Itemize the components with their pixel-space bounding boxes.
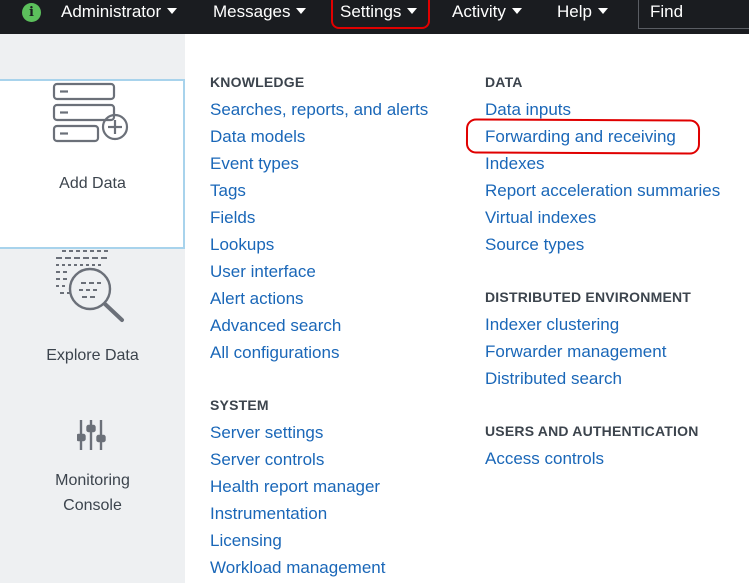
top-navigation-bar: i Administrator Messages Settings Activi… (0, 0, 749, 34)
link-report-acceleration-summaries[interactable]: Report acceleration summaries (485, 180, 720, 202)
nav-administrator-menu[interactable]: Administrator (61, 0, 178, 24)
section-title-users-and-authentication: USERS AND AUTHENTICATION (485, 423, 699, 439)
link-all-configurations[interactable]: All configurations (210, 342, 339, 364)
link-indexes[interactable]: Indexes (485, 153, 545, 175)
monitoring-console-tile[interactable] (0, 410, 185, 520)
caret-down-icon (511, 7, 522, 14)
caret-down-icon (296, 7, 307, 14)
link-distributed-search[interactable]: Distributed search (485, 368, 622, 390)
forwarding-highlight-annotation (465, 118, 701, 155)
nav-help-label: Help (557, 2, 592, 21)
link-instrumentation[interactable]: Instrumentation (210, 503, 327, 525)
nav-messages-label: Messages (213, 2, 291, 21)
section-title-data: DATA (485, 74, 523, 90)
info-icon[interactable]: i (22, 3, 41, 22)
caret-down-icon (597, 7, 608, 14)
link-user-interface[interactable]: User interface (210, 261, 316, 283)
link-fields[interactable]: Fields (210, 207, 255, 229)
link-workload-management[interactable]: Workload management (210, 557, 385, 579)
caret-down-icon (167, 7, 178, 14)
link-source-types[interactable]: Source types (485, 234, 584, 256)
settings-app-panel: Add Data Explore Data Monitoring Console (0, 34, 185, 583)
link-virtual-indexes[interactable]: Virtual indexes (485, 207, 596, 229)
add-data-icon (52, 82, 129, 143)
nav-help-menu[interactable]: Help (557, 0, 608, 24)
nav-administrator-label: Administrator (61, 2, 162, 21)
link-licensing[interactable]: Licensing (210, 530, 282, 552)
link-data-models[interactable]: Data models (210, 126, 305, 148)
add-data-label: Add Data (59, 175, 126, 192)
link-forwarder-management[interactable]: Forwarder management (485, 341, 666, 363)
link-advanced-search[interactable]: Advanced search (210, 315, 341, 337)
section-title-system: SYSTEM (210, 397, 269, 413)
find-input[interactable]: Find (638, 0, 749, 29)
link-tags[interactable]: Tags (210, 180, 246, 202)
link-indexer-clustering[interactable]: Indexer clustering (485, 314, 619, 336)
settings-highlight-annotation (331, 0, 430, 29)
explore-data-tile[interactable] (0, 240, 185, 380)
dropdown-pointer (369, 34, 385, 43)
section-title-knowledge: KNOWLEDGE (210, 74, 305, 90)
link-event-types[interactable]: Event types (210, 153, 299, 175)
link-access-controls[interactable]: Access controls (485, 448, 604, 470)
link-searches-reports-alerts[interactable]: Searches, reports, and alerts (210, 99, 428, 121)
nav-activity-menu[interactable]: Activity (452, 0, 522, 24)
link-server-controls[interactable]: Server controls (210, 449, 324, 471)
link-health-report-manager[interactable]: Health report manager (210, 476, 380, 498)
nav-messages-menu[interactable]: Messages (213, 0, 307, 24)
link-alert-actions[interactable]: Alert actions (210, 288, 304, 310)
link-server-settings[interactable]: Server settings (210, 422, 323, 444)
link-lookups[interactable]: Lookups (210, 234, 274, 256)
section-title-distributed-environment: DISTRIBUTED ENVIRONMENT (485, 289, 692, 305)
nav-activity-label: Activity (452, 2, 506, 21)
